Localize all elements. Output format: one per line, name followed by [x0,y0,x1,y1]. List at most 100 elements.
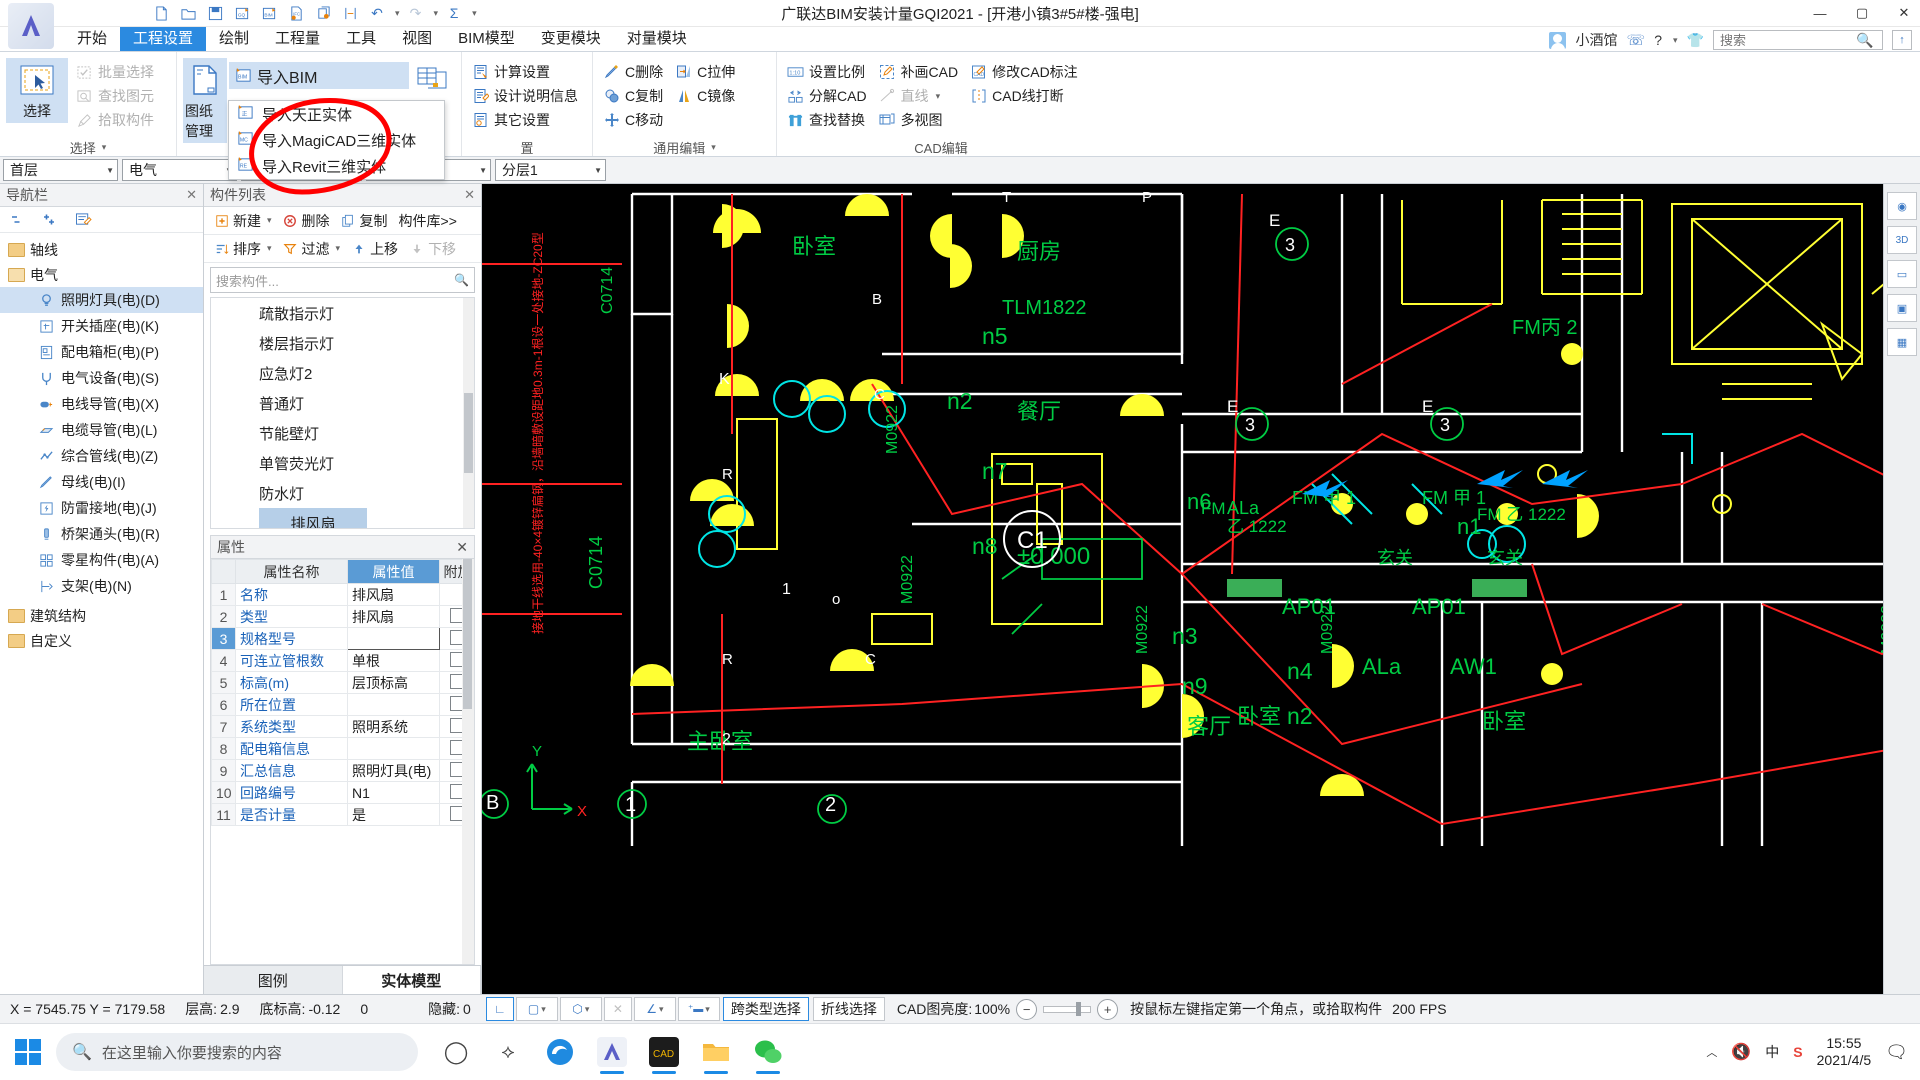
group-expand-caret-icon[interactable]: ▾ [102,142,107,153]
chevron-down-icon[interactable]: ▼ [479,166,487,175]
tab-tools[interactable]: 工具 [333,27,389,51]
search-icon[interactable]: 🔍 [1856,32,1873,49]
tab-legend[interactable]: 图例 [204,966,343,994]
line-caret-icon[interactable]: ▾ [936,91,941,102]
sidebar-item-misc-component[interactable]: 零星构件(电)(A) [0,547,203,573]
sidebar-item-busbar[interactable]: 母线(电)(I) [0,469,203,495]
new-component-button[interactable]: 新建 ▾ [210,209,276,233]
3d-snap-toggle[interactable]: ⬡ ▾ [559,997,602,1021]
tab-bim-model[interactable]: BIM模型 [445,27,528,51]
save-icon[interactable] [204,3,226,23]
search-input[interactable] [1718,31,1856,49]
chevron-down-icon[interactable]: ▾ [267,215,272,226]
sidebar-item-cable-conduit[interactable]: 电缆导管(电)(L) [0,417,203,443]
tree-node-electrical[interactable]: 电气 [0,262,203,287]
menu-item-import-tianzheng[interactable]: 正 导入天正实体 [229,101,444,127]
batch-select-button[interactable]: 批量选择 [70,60,160,84]
ime-indicator[interactable]: 中 [1765,1042,1779,1062]
search-icon[interactable]: 🔍 [454,273,469,287]
chevron-down-icon[interactable]: ▼ [106,166,114,175]
start-button[interactable] [0,1024,56,1080]
open-icon[interactable] [177,3,199,23]
copy-layer-icon[interactable] [312,3,334,23]
collapse-ribbon-button[interactable]: ↑ [1892,30,1912,50]
break-cad-line-button[interactable]: CAD线打断 [964,84,1084,108]
menu-item-import-magicad[interactable]: MC 导入MagiCAD三维实体 [229,127,444,153]
select-button[interactable]: 选择 [6,58,68,123]
brightness-slider[interactable] [1043,1001,1092,1016]
discipline-select[interactable]: 电气 ▼ [122,159,237,181]
sidebar-item-electrical-device[interactable]: 电气设备(电)(S) [0,365,203,391]
table-row[interactable]: 7 系统类型 照明系统 [211,715,474,738]
wechat-icon[interactable] [744,1028,792,1076]
layer-table-button[interactable] [411,58,455,100]
table-row[interactable]: 1 名称 排风扇 [211,583,474,606]
line-button[interactable]: 直线 ▾ [873,84,965,108]
table-row[interactable]: 4 可连立管根数 单根 [211,649,474,672]
sum-icon[interactable]: Σ [443,3,465,23]
scrollbar-thumb[interactable] [463,559,472,709]
pick-component-button[interactable]: 拾取构件 [70,108,160,132]
volume-icon[interactable]: 🔇 [1731,1042,1751,1062]
cad-drawing[interactable]: n5 n2 n7 n8 n6 n3 n9 n4 n2 n1 TLM1822 AL… [482,184,1920,846]
split-view-icon[interactable]: ▭ [1887,260,1917,288]
polyline-select-button[interactable]: 折线选择 [812,997,885,1021]
move-down-button[interactable]: 下移 [405,237,460,261]
table-row[interactable]: 5 标高(m) 层顶标高 [211,671,474,694]
design-note-button[interactable]: 设计说明信息 [466,84,584,108]
drawing-manager-button[interactable]: 图纸管理 [183,58,227,143]
clock[interactable]: 15:55 2021/4/5 [1817,1035,1872,1069]
cross-type-select-button[interactable]: 跨类型选择 [722,997,809,1021]
shirt-icon[interactable]: 👕 [1687,32,1704,49]
menu-item-import-revit[interactable]: RE 导入Revit三维实体 [229,153,444,179]
edge-icon[interactable] [536,1028,584,1076]
property-value[interactable]: 照明系统 [347,715,440,738]
other-settings-button[interactable]: 其它设置 [466,108,584,132]
property-value[interactable]: 是 [347,803,440,826]
property-value[interactable]: N1 [347,781,440,804]
orbit-icon[interactable]: ◉ [1887,192,1917,220]
plan-view-icon[interactable]: ▣ [1887,294,1917,322]
maximize-button[interactable]: ▢ [1852,5,1872,21]
sidebar-item-panel-cabinet[interactable]: 配电箱柜(电)(P) [0,339,203,365]
chevron-down-icon[interactable]: ▼ [594,166,602,175]
avatar[interactable] [1549,31,1567,50]
table-row[interactable]: 8 配电箱信息 [211,737,474,760]
list-item[interactable]: 楼层指示灯 [211,328,474,358]
c-copy-button[interactable]: C复制 [597,84,669,108]
undo-icon[interactable]: ↶ [366,3,388,23]
ortho-toggle[interactable]: ∟ [485,997,514,1021]
import-bim-button[interactable]: BIM 导入BIM [229,62,409,89]
sort-button[interactable]: 排序 ▾ [210,237,276,261]
redo-icon[interactable]: ↷ [405,3,427,23]
close-icon[interactable]: ✕ [464,187,475,203]
list-item[interactable]: 节能壁灯 [211,418,474,448]
import-bim-dropdown-menu[interactable]: 正 导入天正实体 MC 导入MagiCAD三维实体 RE 导入Revit三维实体 [228,100,445,180]
floor-select[interactable]: 首层 ▼ [3,159,118,181]
minimize-button[interactable]: — [1810,6,1830,21]
search-component-input[interactable]: 搜索构件... 🔍 [210,267,475,293]
object-snap-toggle[interactable]: ▢ ▾ [515,997,558,1021]
taskbar-search[interactable]: 🔍 在这里输入你要搜索的内容 [56,1033,418,1071]
edit-cad-dim-button[interactable]: CAD 修改CAD标注 [964,60,1084,84]
chevron-down-icon[interactable]: ▾ [659,1004,664,1015]
chevron-down-icon[interactable]: ▾ [705,1004,710,1015]
task-view-icon[interactable]: ⟡ [484,1028,532,1076]
tab-view[interactable]: 视图 [389,27,445,51]
table-row-selected[interactable]: 3 规格型号 [211,627,474,650]
tab-draw[interactable]: 绘制 [206,27,262,51]
cad-drawing-canvas[interactable]: n5 n2 n7 n8 n6 n3 n9 n4 n2 n1 TLM1822 AL… [482,184,1920,994]
table-row[interactable]: 10 回路编号 N1 [211,781,474,804]
list-item-selected[interactable]: 排风扇 [259,508,367,528]
sogou-icon[interactable]: S [1793,1044,1802,1060]
c-delete-button[interactable]: C删除 [597,60,669,84]
property-value[interactable]: 照明灯具(电) [347,759,440,782]
expand-all-icon[interactable] [42,211,60,229]
tree-node-architecture[interactable]: 建筑结构 [0,603,203,628]
close-icon[interactable]: ✕ [186,187,197,203]
tab-start[interactable]: 开始 [64,27,120,51]
list-item[interactable]: 应急灯2 [211,358,474,388]
find-replace-button[interactable]: 查找替换 [781,108,873,132]
delete-component-button[interactable]: 删除 [279,209,334,233]
gld-app-icon[interactable] [588,1028,636,1076]
